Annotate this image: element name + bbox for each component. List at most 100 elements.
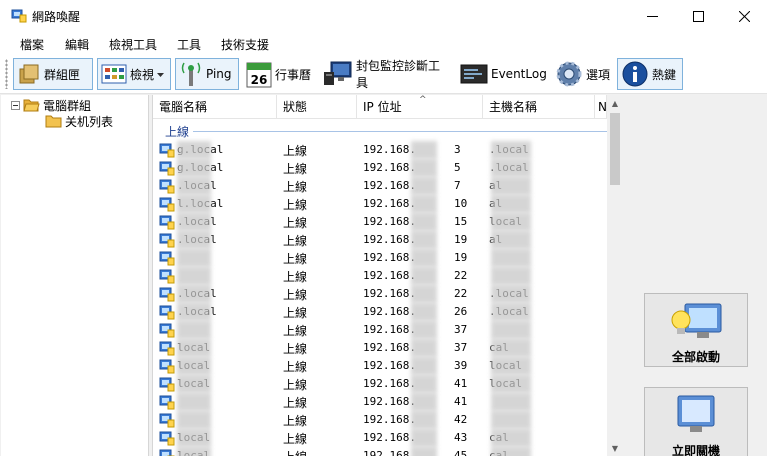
view-button[interactable]: 檢視	[97, 58, 171, 90]
table-row[interactable]: l.local上線192.168.10al	[153, 195, 607, 213]
table-row[interactable]: .local上線192.168.19al	[153, 231, 607, 249]
table-row[interactable]: local上線192.168.39local	[153, 357, 607, 375]
menu-bar: 檔案 編輯 檢視工具 工具 技術支援	[0, 32, 767, 54]
scroll-down-icon[interactable]: ▼	[607, 440, 623, 456]
column-header-name[interactable]: 電腦名稱	[153, 95, 277, 119]
group-box-label: 群組匣	[44, 67, 81, 82]
list-header: 電腦名稱 狀態 IP 位址 主機名稱 N ^	[153, 95, 607, 119]
group-header-online[interactable]: 上線	[153, 121, 607, 139]
table-row[interactable]: 上線 192.168. 42	[153, 411, 607, 429]
computer-icon	[159, 251, 175, 266]
tree-node-shutdown-list[interactable]: 关机列表	[45, 113, 113, 129]
group-box-icon	[19, 64, 39, 84]
computer-icon	[159, 197, 175, 212]
eventlog-icon	[460, 64, 488, 84]
computer-icon	[159, 269, 175, 284]
row-status: 上線	[283, 234, 308, 248]
computer-icon	[159, 287, 175, 302]
eventlog-button[interactable]: EventLog	[457, 58, 549, 90]
column-header-status[interactable]: 狀態	[277, 95, 357, 119]
sort-ascending-icon: ^	[419, 95, 427, 105]
menu-support[interactable]: 技術支援	[221, 36, 269, 53]
table-row[interactable]: local上線192.168.43cal	[153, 429, 607, 447]
table-row[interactable]: local上線192.168.45cal	[153, 447, 607, 456]
scroll-up-icon[interactable]: ▲	[607, 95, 623, 111]
menu-file[interactable]: 檔案	[20, 36, 44, 53]
redaction	[177, 195, 211, 213]
row-status: 上線	[283, 324, 308, 338]
computer-icon	[159, 395, 175, 410]
toolbar-grip[interactable]	[5, 59, 8, 89]
menu-edit[interactable]: 編輯	[65, 36, 89, 53]
row-status: 上線	[283, 252, 308, 266]
shutdown-now-button[interactable]: 立即關機	[644, 387, 748, 456]
redaction	[177, 411, 211, 429]
calendar-button[interactable]: 26 行事曆	[243, 58, 315, 90]
redaction	[177, 303, 211, 321]
collapse-icon[interactable]	[11, 100, 20, 110]
options-button[interactable]: 選項	[552, 58, 614, 90]
hotkey-button[interactable]: 熱鍵	[617, 58, 683, 90]
row-status: 上線	[283, 180, 308, 194]
redaction	[491, 213, 531, 231]
table-row[interactable]: .local上線192.168.7al	[153, 177, 607, 195]
redaction	[177, 177, 211, 195]
redaction	[491, 195, 531, 213]
group-tree: 電腦群組 关机列表	[1, 95, 149, 456]
scroll-thumb[interactable]	[610, 113, 620, 185]
redaction	[411, 321, 437, 339]
table-row[interactable]: .local上線192.168.26.local	[153, 303, 607, 321]
minimize-button[interactable]	[629, 0, 675, 32]
redaction	[491, 267, 531, 285]
tree-root-label: 電腦群組	[43, 98, 92, 113]
redaction	[411, 141, 437, 159]
tree-node-computer-groups[interactable]: 電腦群組	[11, 97, 91, 113]
menu-view-tools[interactable]: 檢視工具	[109, 36, 157, 53]
table-row[interactable]: g.local上線192.168.3.local	[153, 141, 607, 159]
app-window: 網路喚醒 檔案 編輯 檢視工具 工具 技術支援 群組匣 檢視 Ping 26 行…	[0, 0, 767, 456]
wake-all-button[interactable]: 全部啟動	[644, 293, 748, 367]
table-row[interactable]: .local上線192.168.15local	[153, 213, 607, 231]
computer-icon	[159, 341, 175, 356]
computer-icon	[159, 143, 175, 158]
vertical-scrollbar[interactable]: ▲ ▼	[607, 95, 623, 456]
column-header-extra[interactable]: N	[595, 95, 607, 119]
row-status: 上線	[283, 144, 308, 158]
toolbar: 群組匣 檢視 Ping 26 行事曆 封包監控診斷工具 EventLog 選項 …	[0, 54, 767, 94]
view-grid-icon	[101, 64, 127, 84]
redaction	[491, 159, 531, 177]
packet-monitor-button[interactable]: 封包監控診斷工具	[320, 58, 452, 90]
table-row[interactable]: .local上線192.168.22.local	[153, 285, 607, 303]
column-header-host[interactable]: 主機名稱	[483, 95, 595, 119]
redaction	[411, 375, 437, 393]
menu-tools[interactable]: 工具	[177, 36, 201, 53]
maximize-button[interactable]	[675, 0, 721, 32]
computer-icon	[159, 233, 175, 248]
redaction	[411, 285, 437, 303]
redaction	[177, 393, 211, 411]
close-button[interactable]	[721, 0, 767, 32]
row-status: 上線	[283, 396, 308, 410]
computer-icon	[159, 413, 175, 428]
group-box-button[interactable]: 群組匣	[13, 58, 93, 90]
table-row[interactable]: local上線192.168.41local	[153, 375, 607, 393]
shutdown-now-label: 立即關機	[671, 444, 720, 456]
redaction	[177, 231, 211, 249]
maximize-icon	[692, 10, 704, 22]
table-row[interactable]: 上線 192.168. 41	[153, 393, 607, 411]
table-row[interactable]: local上線192.168.37cal	[153, 339, 607, 357]
computer-icon	[159, 323, 175, 338]
redaction	[411, 357, 437, 375]
redaction	[491, 357, 531, 375]
row-status: 上線	[283, 288, 308, 302]
table-row[interactable]: g.local上線192.168.5.local	[153, 159, 607, 177]
redaction	[491, 177, 531, 195]
group-divider	[193, 131, 607, 132]
redaction	[411, 339, 437, 357]
ping-button[interactable]: Ping	[175, 58, 239, 90]
table-row[interactable]: 上線 192.168. 19	[153, 249, 607, 267]
folder-icon	[45, 115, 62, 128]
table-row[interactable]: 上線 192.168. 37	[153, 321, 607, 339]
row-status: 上線	[283, 162, 308, 176]
table-row[interactable]: 上線 192.168. 22	[153, 267, 607, 285]
